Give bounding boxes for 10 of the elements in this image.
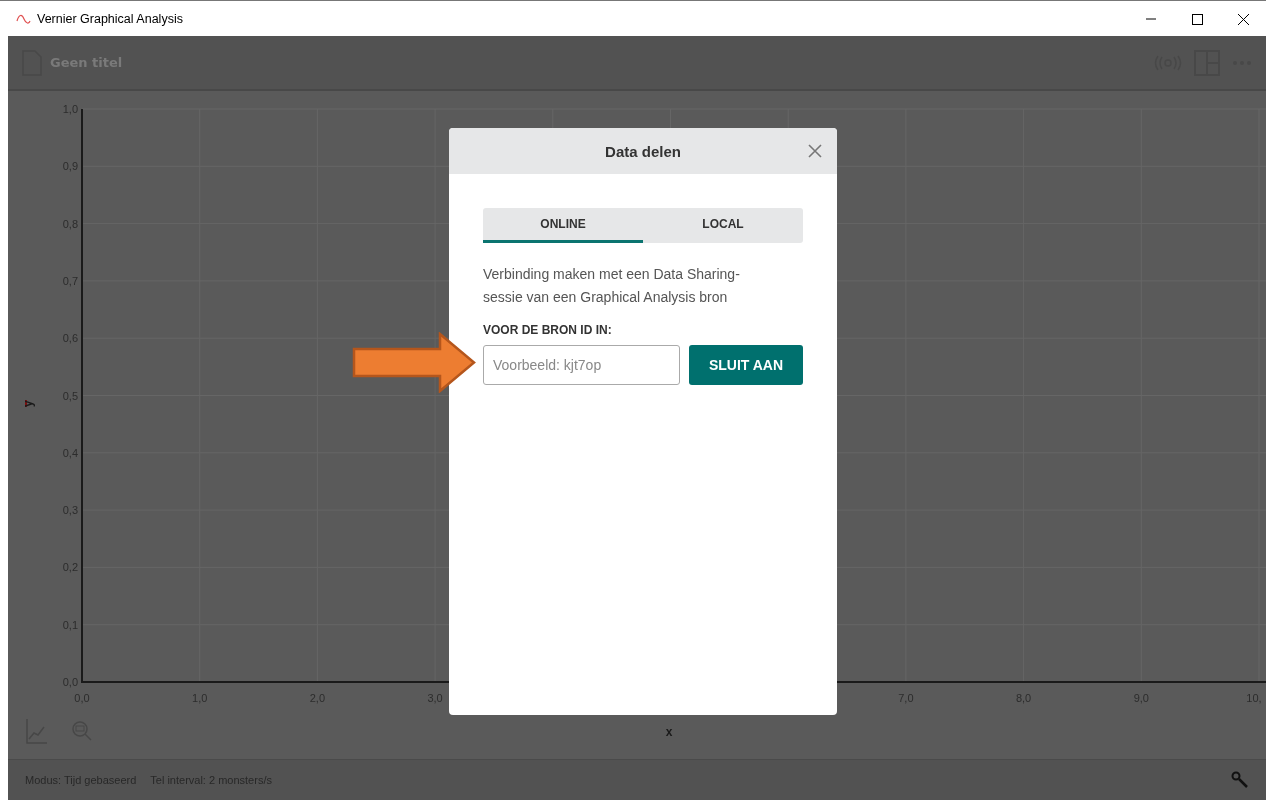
field-label: VOOR DE BRON ID IN: xyxy=(483,323,613,337)
tab[interactable]: LOCAL xyxy=(643,208,803,243)
source-id-field[interactable]: Voorbeeld: kjt7op xyxy=(483,345,680,385)
tab[interactable]: ONLINE xyxy=(483,208,643,243)
dialog-title: Data delen xyxy=(605,142,681,160)
description-text: Verbinding maken met een Data Sharing-sessie van een Graphical Analysis bron xyxy=(483,265,741,307)
window-title: Vernier Graphical Analysis xyxy=(37,11,183,26)
series-marker xyxy=(25,400,27,407)
wave-logo-icon xyxy=(16,13,31,24)
join-button[interactable]: SLUIT AAN xyxy=(689,345,803,385)
